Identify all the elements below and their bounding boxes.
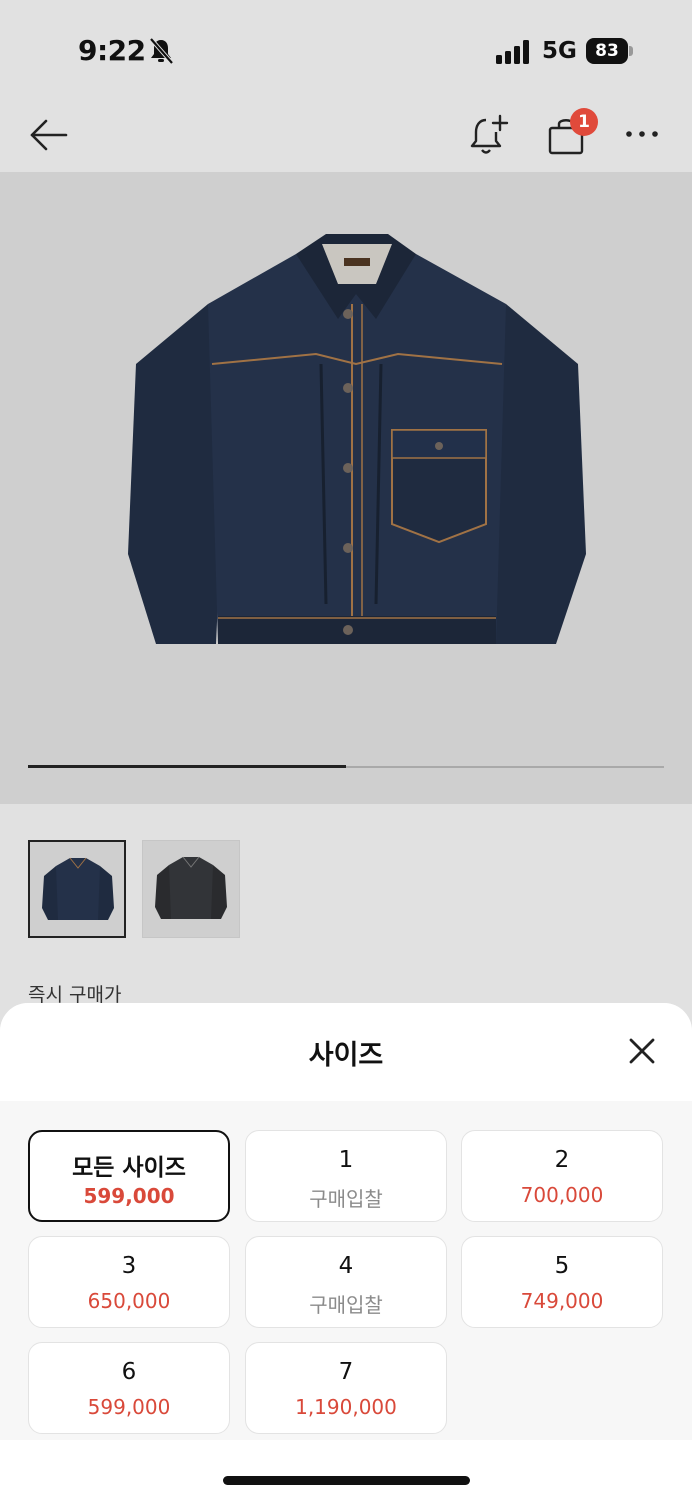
size-price: 1,190,000	[295, 1395, 397, 1419]
cart-badge: 1	[570, 108, 598, 136]
size-price: 구매입찰	[309, 1187, 383, 1211]
sheet-header: 사이즈	[0, 1003, 692, 1101]
home-indicator[interactable]	[223, 1476, 470, 1485]
size-price: 700,000	[520, 1183, 604, 1207]
battery-icon: 83	[586, 38, 633, 64]
jacket-thumbnail-image	[42, 857, 114, 920]
size-label: 2	[554, 1147, 570, 1173]
close-icon[interactable]	[622, 1031, 662, 1071]
signal-icon	[496, 40, 529, 64]
sheet-title: 사이즈	[308, 1040, 384, 1071]
bell-mute-icon	[149, 37, 174, 65]
back-arrow-icon[interactable]	[26, 112, 72, 158]
network-type: 5G	[542, 38, 577, 64]
size-price: 구매입찰	[309, 1293, 383, 1317]
product-image	[128, 234, 586, 644]
home-indicator-bar	[0, 1440, 692, 1500]
size-option-2[interactable]: 2 700,000	[461, 1130, 663, 1222]
more-icon[interactable]	[622, 122, 662, 146]
size-price: 599,000	[87, 1395, 171, 1419]
battery-level: 83	[586, 38, 628, 64]
size-bottom-sheet: 사이즈 모든 사이즈 599,000 1 구매입찰 2 700,000 3 65…	[0, 1003, 692, 1500]
size-price: 650,000	[87, 1289, 171, 1313]
size-option-all[interactable]: 모든 사이즈 599,000	[28, 1130, 230, 1222]
bell-add-icon[interactable]	[466, 112, 510, 158]
size-option-5[interactable]: 5 749,000	[461, 1236, 663, 1328]
size-label: 7	[338, 1359, 354, 1385]
size-label: 4	[338, 1253, 354, 1279]
size-option-4[interactable]: 4 구매입찰	[245, 1236, 447, 1328]
size-label: 1	[338, 1147, 354, 1173]
size-label: 6	[121, 1359, 137, 1385]
thumbnail-indigo-jacket[interactable]	[28, 840, 126, 938]
jacket-thumbnail-image	[155, 856, 227, 919]
size-label: 3	[121, 1253, 137, 1279]
size-price: 599,000	[83, 1184, 175, 1208]
product-image-carousel[interactable]	[0, 172, 692, 804]
size-option-3[interactable]: 3 650,000	[28, 1236, 230, 1328]
size-price: 749,000	[520, 1289, 604, 1313]
size-option-7[interactable]: 7 1,190,000	[245, 1342, 447, 1434]
thumbnail-black-jacket[interactable]	[142, 840, 240, 938]
thumbnail-strip	[0, 804, 692, 954]
size-option-6[interactable]: 6 599,000	[28, 1342, 230, 1434]
size-label: 5	[554, 1253, 570, 1279]
size-option-1[interactable]: 1 구매입찰	[245, 1130, 447, 1222]
status-time: 9:22	[78, 34, 146, 67]
status-bar: 9:22 5G 83	[0, 0, 692, 100]
image-progress-track	[28, 765, 664, 768]
image-progress-fill	[28, 765, 346, 768]
top-nav: 1	[0, 100, 692, 172]
size-label: 모든 사이즈	[72, 1155, 186, 1181]
